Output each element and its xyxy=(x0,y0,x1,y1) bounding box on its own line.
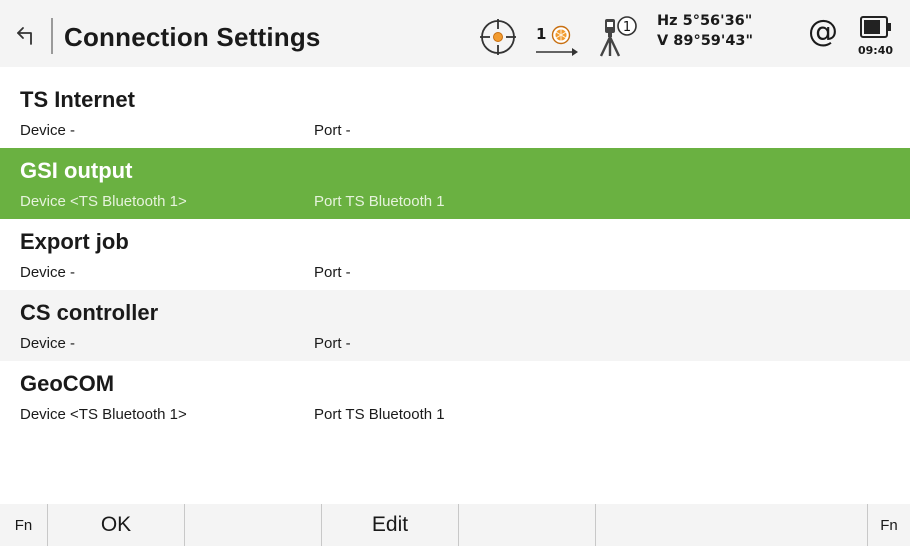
item-port: Port - xyxy=(314,335,351,352)
item-port: Port - xyxy=(314,122,351,139)
target-crosshair-icon[interactable] xyxy=(479,18,517,56)
softkey-2[interactable] xyxy=(185,504,322,546)
edit-button[interactable]: Edit xyxy=(322,504,459,546)
item-port: Port TS Bluetooth 1 xyxy=(314,406,445,423)
svg-text:1: 1 xyxy=(623,20,631,35)
page-title: Connection Settings xyxy=(64,22,321,52)
back-arrow-icon[interactable] xyxy=(14,22,40,48)
list-item-gsi-output[interactable]: GSI output Device <TS Bluetooth 1> Port … xyxy=(0,148,910,219)
item-device: Device - xyxy=(20,122,76,139)
angle-readout: Hz 5°56'36" V 89°59'43" xyxy=(657,11,753,51)
clock: 09:40 xyxy=(858,44,894,57)
connection-list: TS Internet Device - Port - GSI output D… xyxy=(0,77,910,432)
list-item-geocom[interactable]: GeoCOM Device <TS Bluetooth 1> Port TS B… xyxy=(0,361,910,432)
list-item-ts-internet[interactable]: TS Internet Device - Port - xyxy=(0,77,910,148)
item-port: Port - xyxy=(314,264,351,281)
softkey-bar: Fn OK Edit Fn xyxy=(0,504,910,546)
distance-arrow-icon xyxy=(536,48,578,56)
item-title: TS Internet xyxy=(20,87,135,112)
prism-number: 1 xyxy=(536,25,547,43)
total-station-icon: 1 xyxy=(599,16,637,57)
softkey-4[interactable] xyxy=(459,504,596,546)
item-device: Device - xyxy=(20,335,76,352)
item-device: Device <TS Bluetooth 1> xyxy=(20,406,187,423)
prism-icon xyxy=(551,25,571,45)
instrument-setup[interactable]: 1 xyxy=(596,13,642,59)
item-port: Port TS Bluetooth 1 xyxy=(314,193,445,210)
item-title: GSI output xyxy=(20,158,133,183)
list-item-export-job[interactable]: Export job Device - Port - xyxy=(0,219,910,290)
item-title: GeoCOM xyxy=(20,371,115,396)
battery-icon xyxy=(860,16,891,38)
at-sign-icon[interactable]: @ xyxy=(808,15,838,49)
item-title: CS controller xyxy=(20,300,159,325)
fn-left-button[interactable]: Fn xyxy=(0,504,48,546)
title-bar: Connection Settings 1 1 Hz 5°56'36" V 89… xyxy=(0,0,910,67)
hz-angle: Hz 5°56'36" xyxy=(657,13,753,29)
softkey-5[interactable] xyxy=(596,504,868,546)
fn-right-button[interactable]: Fn xyxy=(868,504,910,546)
item-device: Device - xyxy=(20,264,76,281)
list-item-cs-controller[interactable]: CS controller Device - Port - xyxy=(0,290,910,361)
ok-button[interactable]: OK xyxy=(48,504,185,546)
item-device: Device <TS Bluetooth 1> xyxy=(20,193,187,210)
header-divider xyxy=(51,18,53,54)
prism-status[interactable]: 1 xyxy=(534,18,582,60)
item-title: Export job xyxy=(20,229,129,254)
v-angle: V 89°59'43" xyxy=(657,33,754,49)
